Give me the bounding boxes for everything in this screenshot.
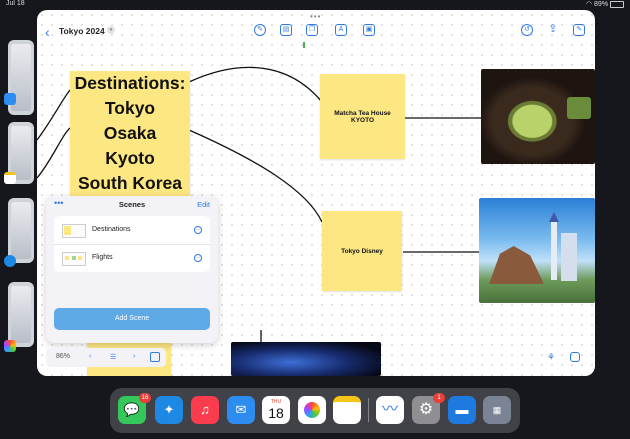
messages-icon[interactable]: 💬 16 xyxy=(118,393,151,424)
dock-divider xyxy=(368,398,369,422)
scene-list-icon[interactable]: ☰ xyxy=(110,353,116,361)
note-line: KYOTO xyxy=(351,116,374,124)
note-line: Kyoto xyxy=(105,148,155,168)
tokyo-disney-photo[interactable] xyxy=(479,198,595,303)
next-scene-icon[interactable]: › xyxy=(133,353,135,360)
scene-options-icon[interactable]: ··· xyxy=(194,226,202,234)
note-line: Tokyo Disney xyxy=(341,247,383,255)
messages-badge: 16 xyxy=(139,393,151,403)
matcha-photo[interactable] xyxy=(481,69,595,164)
photos-app-icon xyxy=(4,340,16,352)
status-bar: Jul 18 ◠ 89% xyxy=(0,0,630,10)
files-icon[interactable]: ▬ xyxy=(448,396,476,424)
matcha-sticky-note[interactable]: Matcha Tea House KYOTO xyxy=(320,74,405,159)
add-scene-button[interactable]: Add Scene xyxy=(54,308,210,330)
mail-icon[interactable]: ✉ xyxy=(227,396,255,424)
recent-app-window[interactable] xyxy=(8,282,34,347)
safari-app-icon xyxy=(4,255,16,267)
note-line: Tokyo xyxy=(104,98,156,118)
status-battery: ◠ 89% xyxy=(586,0,624,8)
scene-label: Flights xyxy=(92,254,113,261)
safari-icon[interactable]: ✦ xyxy=(155,396,183,424)
calendar-date: 18 xyxy=(268,405,284,421)
note-line: Matcha Tea House xyxy=(334,109,391,117)
calendar-icon[interactable]: THU 18 xyxy=(262,396,290,424)
settings-badge: 1 xyxy=(433,393,445,403)
battery-icon xyxy=(610,0,624,8)
dock: 💬 16 ✦ ♫ ✉ THU 18 〰 ⚙ 1 ▬ ▦ xyxy=(110,388,520,433)
night-scene-photo[interactable] xyxy=(231,342,381,376)
scenes-panel: ••• Scenes Edit Destinations ··· Flights… xyxy=(46,196,218,343)
note-line: Osaka xyxy=(103,123,157,143)
scene-thumbnail xyxy=(62,224,86,238)
notes-app-icon xyxy=(4,172,16,184)
scenes-edit-button[interactable]: Edit xyxy=(197,200,210,209)
scene-options-icon[interactable]: ··· xyxy=(194,254,202,262)
music-icon[interactable]: ♫ xyxy=(191,396,219,424)
destinations-sticky-note[interactable]: Destinations: Tokyo Osaka Kyoto South Ko… xyxy=(70,71,190,206)
scenes-title: Scenes xyxy=(118,200,146,209)
scene-label: Destinations xyxy=(92,226,131,233)
freeform-icon[interactable]: 〰 xyxy=(376,396,404,424)
grid-view-icon[interactable] xyxy=(570,352,580,362)
scene-row-flights[interactable]: Flights ··· xyxy=(54,244,210,272)
hierarchy-icon[interactable]: ⚘ xyxy=(545,352,557,364)
notes-icon[interactable] xyxy=(333,396,361,424)
mail-app-icon xyxy=(4,93,16,105)
scenes-list: Destinations ··· Flights ··· xyxy=(54,216,210,272)
previous-scene-icon[interactable]: ‹ xyxy=(89,353,91,360)
disney-sticky-note[interactable]: Tokyo Disney xyxy=(322,211,402,291)
scene-thumbnail xyxy=(62,252,86,266)
note-line: South Korea xyxy=(77,173,183,193)
status-time: Jul 18 xyxy=(6,0,25,7)
app-library-icon[interactable]: ▦ xyxy=(483,396,511,424)
wifi-icon: ◠ xyxy=(585,1,595,8)
recent-app-window[interactable] xyxy=(8,198,34,263)
settings-icon[interactable]: ⚙ 1 xyxy=(412,393,445,424)
note-line: Destinations: xyxy=(74,73,186,93)
zoom-bar: 86% ‹ ☰ › xyxy=(46,348,166,367)
photos-icon[interactable] xyxy=(298,396,326,424)
scene-row-destinations[interactable]: Destinations ··· xyxy=(54,216,210,245)
present-scene-icon[interactable] xyxy=(150,352,160,362)
freeform-window: ••• ‹ Tokyo 2024 ▾ ✎ ▤ ❐ A ▣ ↺ ⇪ ✎ Desti… xyxy=(37,10,595,376)
zoom-level[interactable]: 86% xyxy=(56,353,70,360)
